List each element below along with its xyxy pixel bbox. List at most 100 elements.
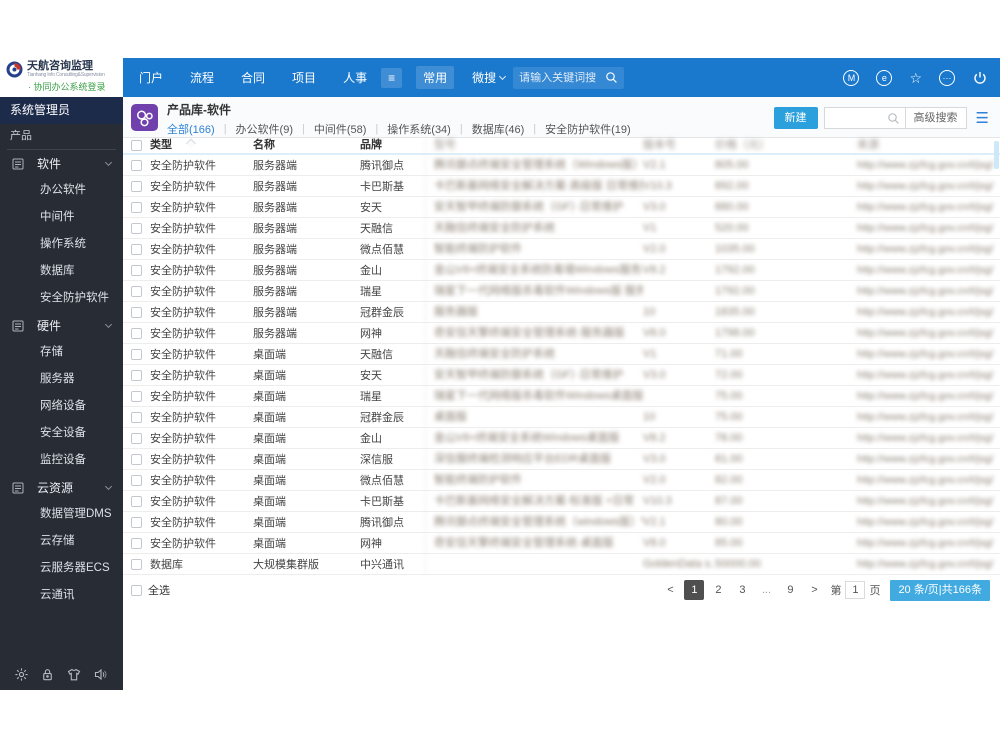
new-button[interactable]: 新建 (773, 107, 818, 129)
table-row[interactable]: 安全防护软件 服务器端 天融信 天融信终端安全防护系统 V1 520.00 http://w… (123, 218, 1000, 239)
gear-icon[interactable] (14, 667, 29, 682)
row-checkbox[interactable] (131, 264, 142, 276)
table-row[interactable]: 安全防护软件 桌面端 金山 金山V8+终端安全系统Windows桌面版 V8.2 78.0… (123, 428, 1000, 449)
row-checkbox[interactable] (131, 327, 142, 339)
sidebar-item-1-4[interactable]: 数据库 (0, 258, 123, 285)
page-button-2[interactable]: 2 (708, 580, 728, 600)
tab-4[interactable]: 操作系统(34) (387, 121, 451, 137)
sidebar-item-2-1[interactable]: 存储 (0, 339, 123, 366)
page-button-9[interactable]: 9 (780, 580, 800, 600)
page-jump-input[interactable]: 1 (845, 581, 866, 599)
oa-login-link[interactable]: · 协同办公系统登录 (6, 80, 117, 93)
row-checkbox[interactable] (131, 285, 142, 297)
table-row[interactable]: 安全防护软件 桌面端 冠群金辰 桌面版 10 75.00 http://www.zjzfcg… (123, 407, 1000, 428)
table-row[interactable]: 安全防护软件 服务器端 安天 安天智甲终端防御系统（GF）·日常维护 V3.0 880.0… (123, 197, 1000, 218)
row-checkbox[interactable] (131, 474, 142, 486)
row-checkbox[interactable] (131, 558, 142, 570)
hamburger-menu-button[interactable]: ≡ (381, 67, 403, 88)
global-search-input[interactable] (519, 71, 606, 84)
nav-item-1[interactable]: 门户 (139, 69, 163, 86)
page-size-badge[interactable]: 20 条/页|共166条 (890, 579, 990, 601)
lock-icon[interactable] (40, 667, 55, 682)
sidebar-item-2-2[interactable]: 服务器 (0, 366, 123, 393)
page-button-1[interactable]: 1 (684, 580, 705, 600)
power-logout-icon[interactable] (972, 70, 988, 86)
row-checkbox[interactable] (131, 369, 142, 381)
tab-5[interactable]: 数据库(46) (472, 121, 525, 137)
row-checkbox[interactable] (131, 537, 142, 549)
sidebar-section-product[interactable]: 产品 (0, 124, 123, 149)
sidebar-group-1[interactable]: 软件 (0, 150, 123, 177)
m-circle-icon[interactable]: M (843, 69, 860, 86)
table-row[interactable]: 安全防护软件 服务器端 卡巴斯基 卡巴斯基网络安全解决方案·高级版 日常维护 V10.3… (123, 176, 1000, 197)
row-checkbox[interactable] (131, 495, 142, 507)
nav-item-common[interactable]: 常用 (416, 66, 455, 89)
sidebar-item-1-3[interactable]: 操作系统 (0, 231, 123, 258)
table-row[interactable]: 安全防护软件 桌面端 卡巴斯基 卡巴斯基网络安全解决方案·标准版 +日常 V10.3 87… (123, 491, 1000, 512)
table-row[interactable]: 安全防护软件 服务器端 腾讯御点 腾讯御点终端安全管理系统（Windows版） V2.1… (123, 155, 1000, 176)
next-page-button[interactable]: > (804, 580, 824, 600)
sidebar-group-2[interactable]: 硬件 (0, 312, 123, 339)
select-all-header-checkbox[interactable] (131, 140, 142, 151)
advanced-search-button[interactable]: 高级搜索 (904, 108, 966, 128)
sidebar-item-3-3[interactable]: 云服务器ECS (0, 555, 123, 582)
table-row[interactable]: 安全防护软件 服务器端 瑞星 瑞星下一代网络版杀毒软件Windows版 服务器 1792… (123, 281, 1000, 302)
tab-3[interactable]: 中间件(58) (314, 121, 367, 137)
sidebar-item-1-1[interactable]: 办公软件 (0, 177, 123, 204)
row-checkbox[interactable] (131, 348, 142, 360)
sidebar-item-2-5[interactable]: 监控设备 (0, 447, 123, 474)
tab-1[interactable]: 全部(166) (167, 121, 215, 137)
table-row[interactable]: 安全防护软件 桌面端 瑞星 瑞星下一代网络版杀毒软件Windows桌面版 75.00 ht… (123, 386, 1000, 407)
table-search-input[interactable] (824, 108, 887, 128)
e-circle-icon[interactable]: e (876, 69, 893, 86)
sidebar-item-3-4[interactable]: 云通讯 (0, 582, 123, 609)
prev-page-button[interactable]: < (660, 580, 680, 600)
page-button-3[interactable]: 3 (732, 580, 752, 600)
nav-item-2[interactable]: 流程 (190, 69, 214, 86)
vertical-scrollbar-thumb[interactable] (994, 141, 999, 169)
table-row[interactable]: 安全防护软件 服务器端 微点佰慧 智能终端防护软件 V2.0 1035.00 http://… (123, 239, 1000, 260)
favorite-star-icon[interactable]: ☆ (909, 70, 922, 86)
sidebar-item-1-5[interactable]: 安全防护软件 (0, 285, 123, 312)
row-checkbox[interactable] (131, 516, 142, 528)
row-checkbox[interactable] (131, 390, 142, 402)
table-row[interactable]: 安全防护软件 桌面端 安天 安天智甲终端防御系统（GF）·日常维护 V3.0 72.00 h… (123, 365, 1000, 386)
sidebar-item-2-3[interactable]: 网络设备 (0, 393, 123, 420)
sidebar-item-1-2[interactable]: 中间件 (0, 204, 123, 231)
row-checkbox[interactable] (131, 180, 142, 192)
table-row[interactable]: 安全防护软件 桌面端 微点佰慧 智能终端防护软件 V2.0 82.00 http://www… (123, 470, 1000, 491)
table-row[interactable]: 数据库 大规模集群版 中兴通讯 GoldenData s... 50000.00 http… (123, 554, 1000, 575)
row-checkbox[interactable] (131, 159, 142, 171)
more-options-icon[interactable]: ··· (939, 69, 955, 86)
sidebar-item-3-2[interactable]: 云存储 (0, 528, 123, 555)
select-all-checkbox[interactable] (131, 584, 142, 596)
search-icon[interactable] (605, 71, 618, 84)
sidebar-item-3-1[interactable]: 数据管理DMS (0, 501, 123, 528)
table-row[interactable]: 安全防护软件 桌面端 天融信 天融信终端安全防护系统 V1 71.00 http://www… (123, 344, 1000, 365)
wesearch-dropdown[interactable]: 微搜 (472, 69, 507, 86)
row-checkbox[interactable] (131, 453, 142, 465)
nav-item-5[interactable]: 人事 (343, 69, 367, 86)
table-row[interactable]: 安全防护软件 服务器端 金山 金山V8+终端安全系统防毒墙Windows服务器 V8.2… (123, 260, 1000, 281)
table-row[interactable]: 安全防护软件 桌面端 网神 奇安信天擎终端安全管理系统·桌面版 V8.0 85.00 htt… (123, 533, 1000, 554)
table-row[interactable]: 安全防护软件 服务器端 冠群金辰 服务器版 10 1835.00 http://www.zj… (123, 302, 1000, 323)
table-row[interactable]: 安全防护软件 桌面端 深信服 深信服终端检测响应平台EDR桌面版 V3.0 81.00 ht… (123, 449, 1000, 470)
table-row[interactable]: 安全防护软件 桌面端 腾讯御点 腾讯御点终端安全管理系统（windows版）V2.1 V… (123, 512, 1000, 533)
sidebar-group-3[interactable]: 云资源 (0, 474, 123, 501)
row-checkbox[interactable] (131, 306, 142, 318)
row-checkbox[interactable] (131, 432, 142, 444)
table-row[interactable]: 安全防护软件 服务器端 网神 奇安信天擎终端安全管理系统·服务器版 V8.0 1798.0… (123, 323, 1000, 344)
nav-item-4[interactable]: 项目 (292, 69, 316, 86)
row-checkbox[interactable] (131, 411, 142, 423)
list-view-toggle-icon[interactable]: ☰ (976, 111, 989, 126)
tab-6[interactable]: 安全防护软件(19) (545, 121, 631, 137)
tab-2[interactable]: 办公软件(9) (236, 121, 293, 137)
speaker-icon[interactable] (93, 667, 109, 682)
search-icon[interactable] (887, 108, 905, 128)
theme-shirt-icon[interactable] (66, 667, 82, 682)
row-checkbox[interactable] (131, 201, 142, 213)
row-checkbox[interactable] (131, 243, 142, 255)
sidebar-item-2-4[interactable]: 安全设备 (0, 420, 123, 447)
nav-item-3[interactable]: 合同 (241, 69, 265, 86)
row-checkbox[interactable] (131, 222, 142, 234)
